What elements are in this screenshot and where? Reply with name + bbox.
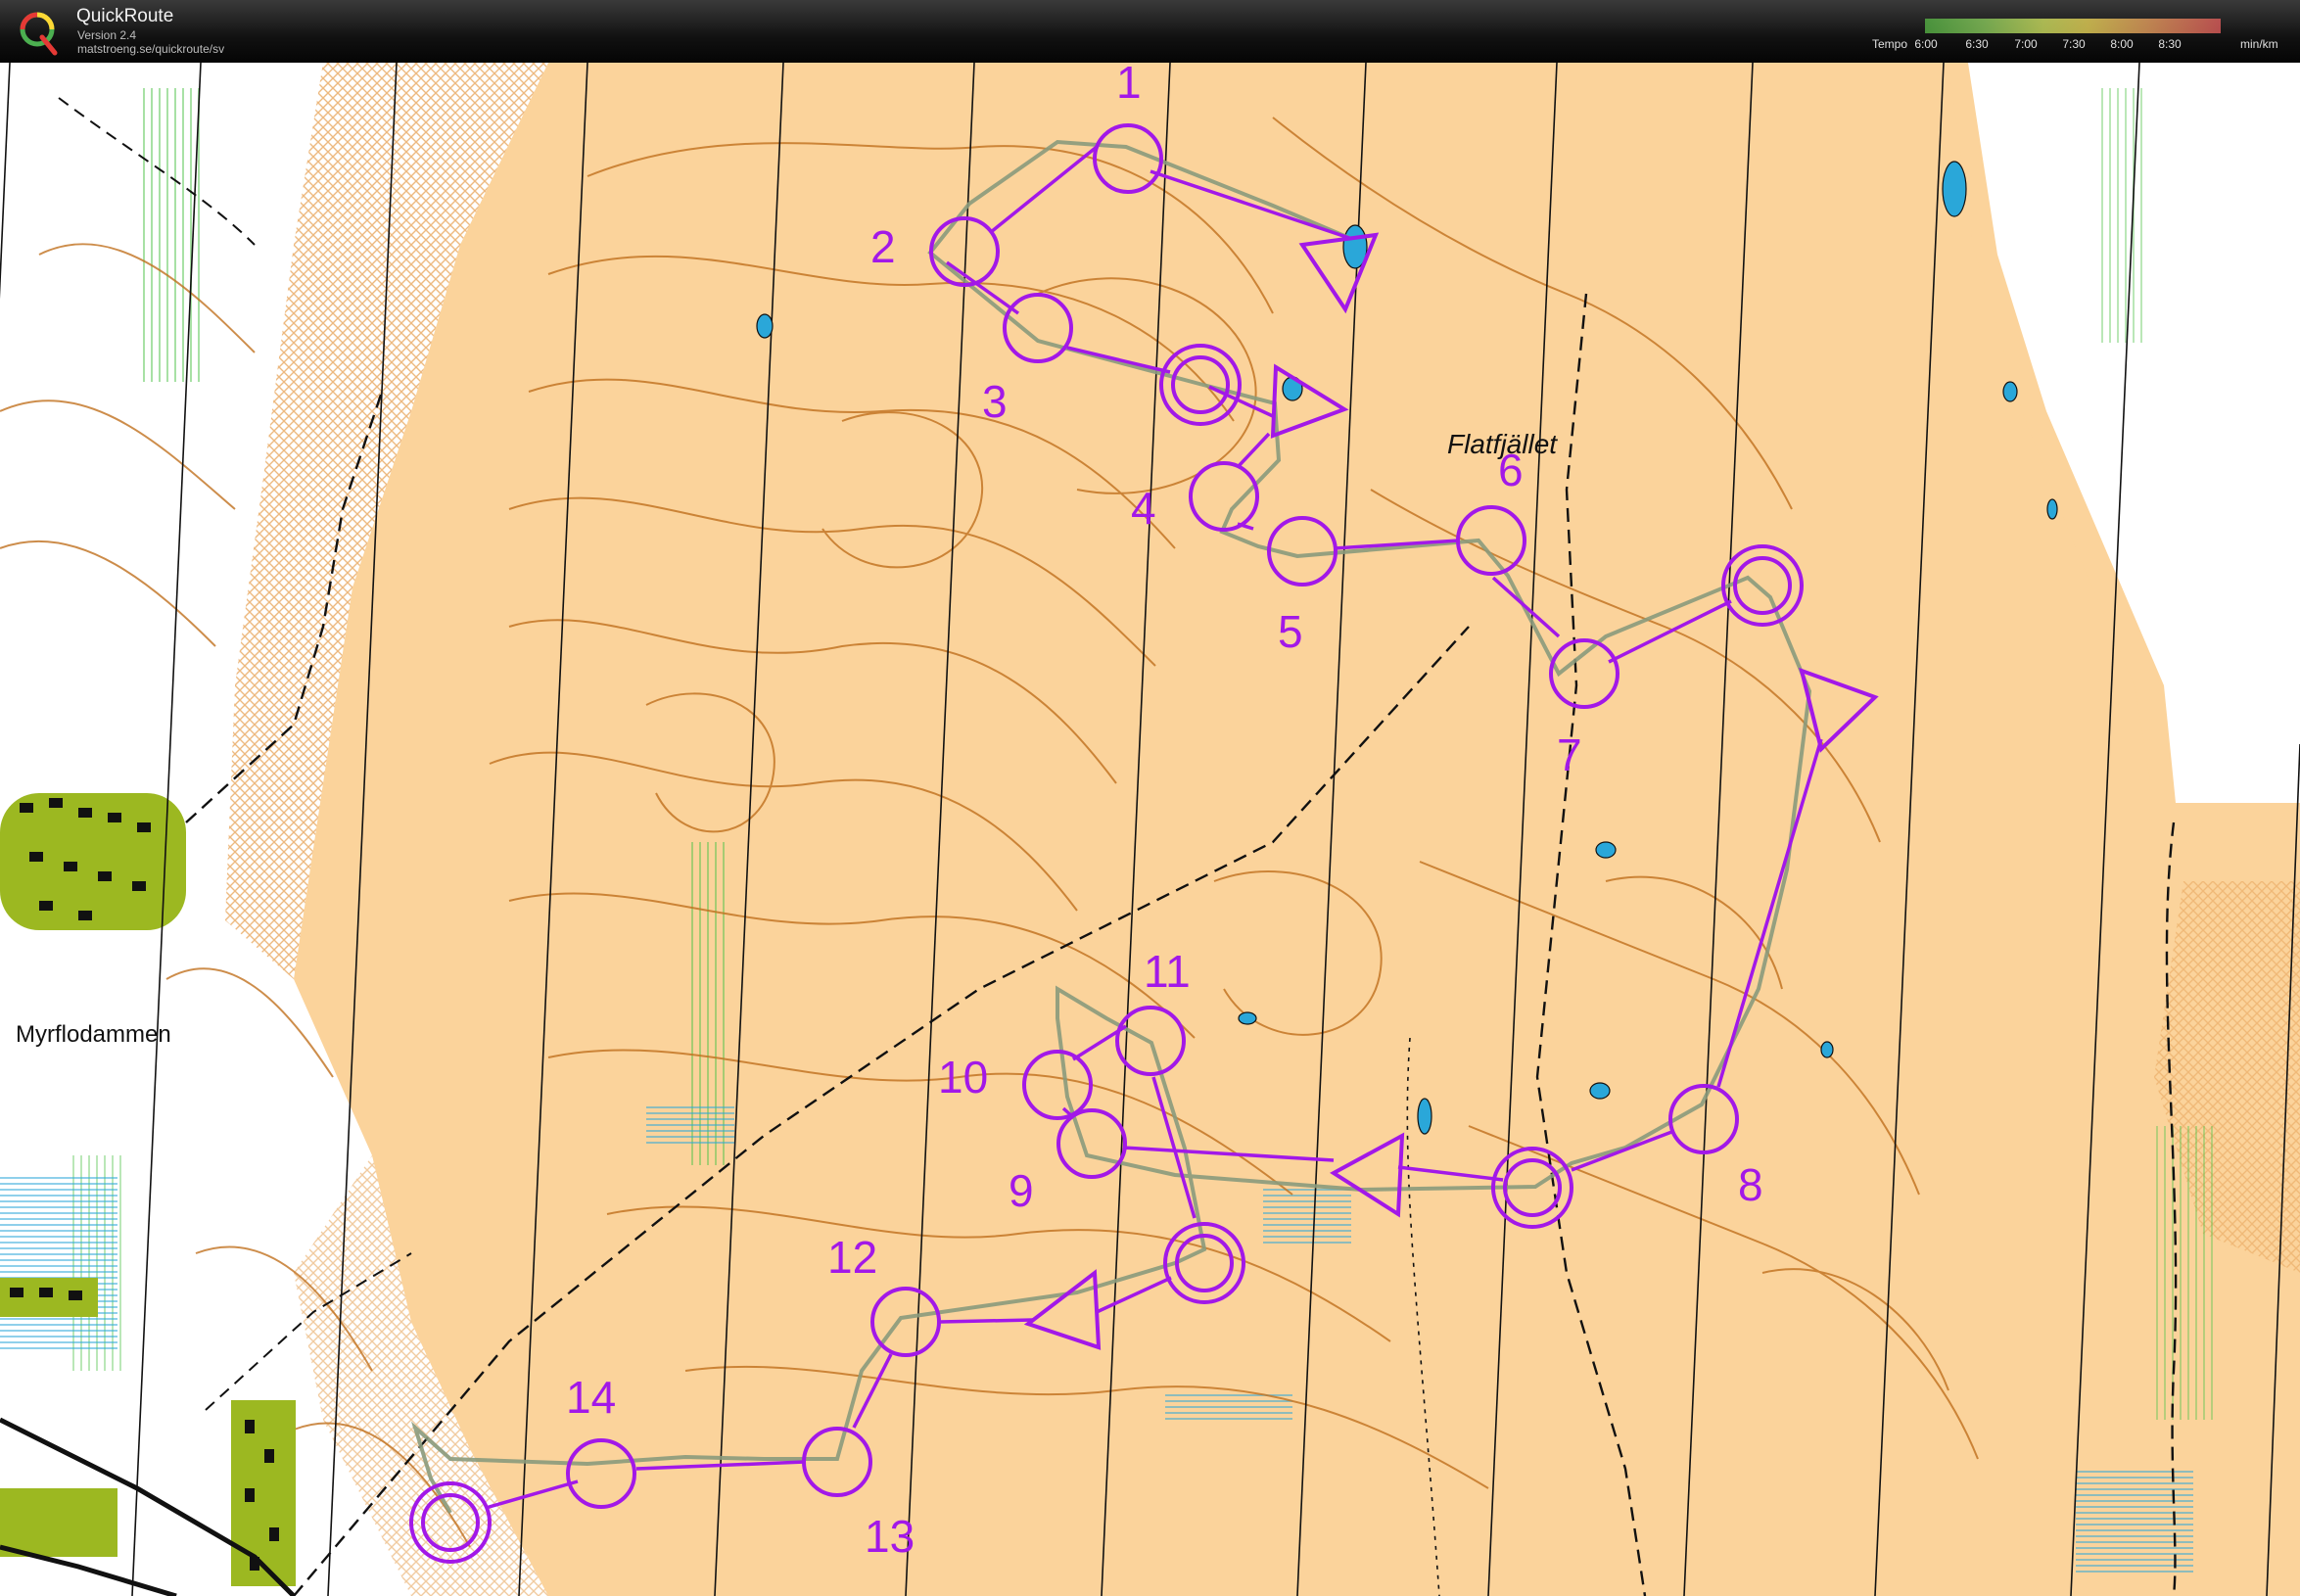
control-number: 2 bbox=[870, 221, 896, 272]
tempo-tick: 7:30 bbox=[2062, 37, 2086, 51]
control-number: 10 bbox=[938, 1052, 988, 1103]
marsh-area bbox=[646, 1106, 734, 1146]
place-name-myrflodammen: Myrflodammen bbox=[16, 1021, 171, 1048]
app-version: Version 2.4 bbox=[77, 28, 137, 42]
app-title: QuickRoute bbox=[76, 6, 174, 26]
title-bar: QuickRoute Version 2.4 matstroeng.se/qui… bbox=[0, 0, 2300, 63]
control-number: 12 bbox=[827, 1232, 877, 1283]
control-number: 4 bbox=[1131, 483, 1156, 534]
tempo-unit: min/km bbox=[2240, 37, 2278, 51]
quickroute-logo-icon bbox=[20, 12, 58, 56]
control-number: 3 bbox=[982, 376, 1008, 427]
app-url: matstroeng.se/quickroute/sv bbox=[77, 42, 225, 56]
control-number: 14 bbox=[566, 1372, 616, 1423]
tempo-legend-title: Tempo bbox=[1872, 37, 1908, 51]
tempo-tick: 6:00 bbox=[1914, 37, 1938, 51]
tempo-tick: 7:00 bbox=[2014, 37, 2038, 51]
control-number: 11 bbox=[1144, 946, 1191, 997]
control-number: 8 bbox=[1738, 1159, 1763, 1210]
control-number: 9 bbox=[1009, 1165, 1034, 1216]
vegetation-stripes bbox=[2154, 1126, 2213, 1420]
marsh-area bbox=[1165, 1390, 1292, 1420]
tempo-tick: 8:00 bbox=[2110, 37, 2134, 51]
tempo-tick: 6:30 bbox=[1965, 37, 1989, 51]
vegetation-stripes bbox=[137, 88, 206, 382]
tempo-color-scale bbox=[1925, 19, 2221, 33]
marsh-area bbox=[0, 1175, 117, 1351]
tempo-tick: 8:30 bbox=[2158, 37, 2182, 51]
control-number: 13 bbox=[865, 1511, 915, 1562]
place-name-flatfjallet: Flatfjället bbox=[1447, 429, 1558, 459]
control-number: 7 bbox=[1557, 729, 1582, 780]
marsh-area bbox=[1263, 1185, 1351, 1244]
orienteering-map[interactable]: 1 2 3 4 5 6 7 8 9 10 11 12 13 14 Flatfjä… bbox=[0, 63, 2300, 1596]
control-number: 1 bbox=[1116, 63, 1142, 108]
control-number: 5 bbox=[1278, 606, 1303, 657]
